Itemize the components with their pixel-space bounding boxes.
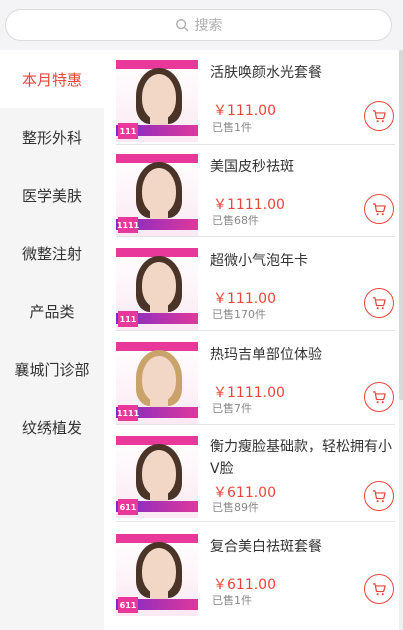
scrollbar-thumb[interactable] [399, 50, 403, 400]
top-bar: 搜索 [0, 0, 403, 50]
cart-icon [372, 202, 386, 215]
sidebar-item-medical-skincare[interactable]: 医学美肤 [0, 166, 104, 224]
sidebar-item-plastic-surgery[interactable]: 整形外科 [0, 108, 104, 166]
product-title: 美国皮秒祛斑 [210, 159, 294, 175]
cart-icon [372, 296, 386, 309]
product-image: 111 [116, 60, 198, 142]
sold-count: 已售68件 [212, 214, 259, 227]
product-price: ￥1111.00 [213, 197, 285, 213]
add-to-cart-button[interactable] [364, 194, 394, 224]
cart-icon [372, 489, 386, 502]
search-icon [175, 19, 188, 32]
cart-icon [372, 582, 386, 595]
sold-count: 已售170件 [212, 308, 266, 321]
product-title: 复合美白祛斑套餐 [210, 539, 322, 555]
list-item[interactable]: 611 衡力瘦脸基础款，轻松拥有小V脸 ￥611.00 已售89件 [116, 436, 395, 522]
sidebar-item-embroidery-hair[interactable]: 纹绣植发 [0, 398, 104, 456]
product-image: 1111 [116, 154, 198, 236]
product-title: 超微小气泡年卡 [210, 253, 308, 269]
sold-count: 已售1件 [212, 594, 252, 607]
price-badge: 611 [118, 499, 138, 515]
list-item[interactable]: 1111 热玛吉单部位体验 ￥1111.00 已售7件 [116, 342, 395, 425]
product-price: ￥111.00 [213, 103, 276, 119]
sold-count: 已售1件 [212, 121, 252, 134]
product-image: 611 [116, 436, 198, 518]
price-badge: 111 [118, 311, 138, 327]
product-image: 611 [116, 534, 198, 616]
sidebar-item-micro-injection[interactable]: 微整注射 [0, 224, 104, 282]
list-item[interactable]: 1111 美国皮秒祛斑 ￥1111.00 已售68件 [116, 154, 395, 237]
cart-icon [372, 109, 386, 122]
price-badge: 611 [118, 597, 138, 613]
category-sidebar: 本月特惠 整形外科 医学美肤 微整注射 产品类 襄城门诊部 纹绣植发 [0, 50, 104, 630]
product-title: 活肤唤颜水光套餐 [210, 65, 322, 81]
add-to-cart-button[interactable] [364, 101, 394, 131]
product-price: ￥611.00 [213, 577, 276, 593]
add-to-cart-button[interactable] [364, 382, 394, 412]
sold-count: 已售89件 [212, 501, 259, 514]
sidebar-item-xiangcheng-clinic[interactable]: 襄城门诊部 [0, 340, 104, 398]
price-badge: 111 [118, 123, 138, 139]
search-placeholder: 搜索 [194, 18, 223, 34]
product-image: 111 [116, 248, 198, 330]
product-title: 衡力瘦脸基础款，轻松拥有小V脸 [210, 439, 392, 477]
product-image: 1111 [116, 342, 198, 424]
add-to-cart-button[interactable] [364, 288, 394, 318]
list-item[interactable]: 611 复合美白祛斑套餐 ￥611.00 已售1件 [116, 534, 395, 624]
product-price: ￥111.00 [213, 291, 276, 307]
product-list: 111 活肤唤颜水光套餐 ￥111.00 已售1件 1111 美国皮秒祛斑 ￥1… [104, 50, 399, 630]
add-to-cart-button[interactable] [364, 574, 394, 604]
list-item[interactable]: 111 超微小气泡年卡 ￥111.00 已售170件 [116, 248, 395, 331]
product-price: ￥1111.00 [213, 385, 285, 401]
price-badge: 1111 [117, 405, 139, 421]
sidebar-item-monthly-deals[interactable]: 本月特惠 [0, 50, 104, 108]
cart-icon [372, 390, 386, 403]
sold-count: 已售7件 [212, 402, 252, 415]
list-item[interactable]: 111 活肤唤颜水光套餐 ￥111.00 已售1件 [116, 60, 395, 145]
add-to-cart-button[interactable] [364, 481, 394, 511]
price-badge: 1111 [117, 217, 139, 233]
product-title: 热玛吉单部位体验 [210, 347, 322, 363]
search-input[interactable]: 搜索 [5, 9, 392, 41]
sidebar-item-products[interactable]: 产品类 [0, 282, 104, 340]
